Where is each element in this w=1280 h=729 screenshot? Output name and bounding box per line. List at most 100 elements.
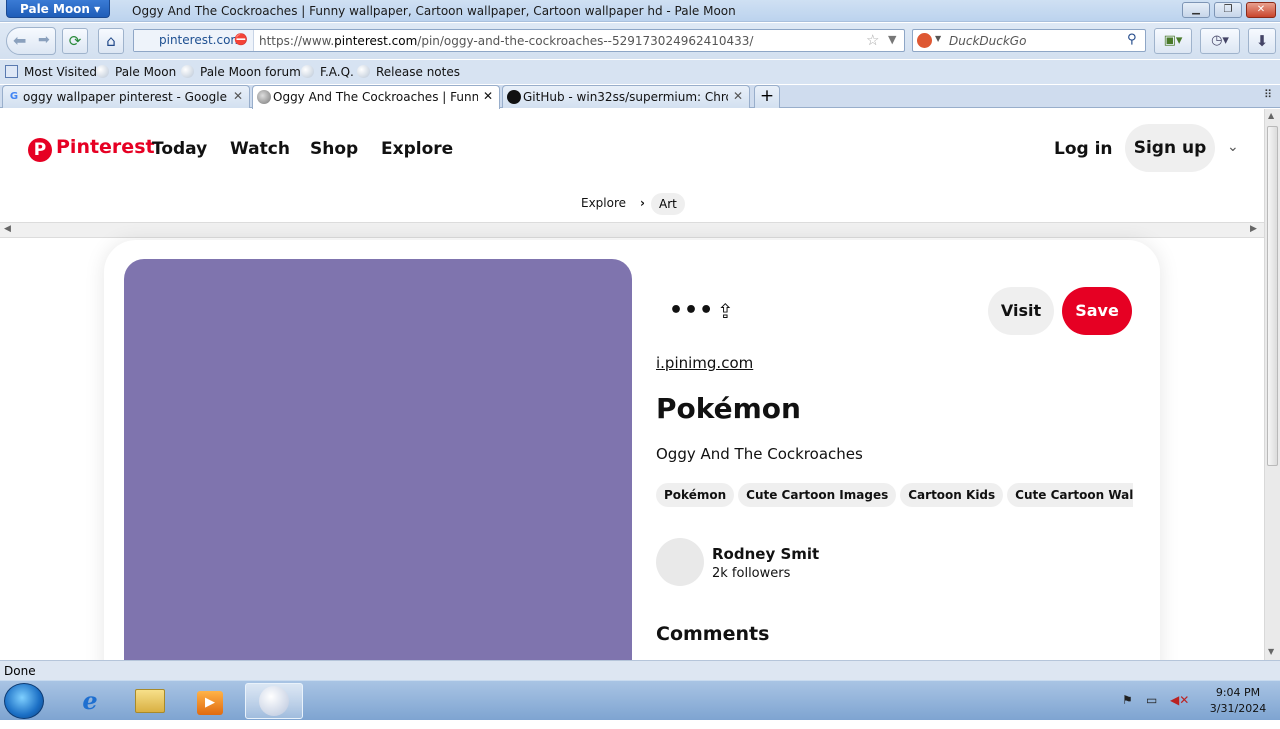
bookmark-label: Most Visited — [24, 65, 98, 79]
globe-icon — [257, 90, 271, 104]
close-window-button[interactable]: ✕ — [1246, 2, 1276, 18]
user-name[interactable]: Rodney Smit — [712, 545, 819, 563]
duckduckgo-icon[interactable] — [917, 33, 932, 48]
url-dropdown-icon[interactable]: ▼ — [888, 33, 896, 46]
pin-title: Pokémon — [656, 392, 801, 425]
start-button[interactable] — [4, 683, 44, 719]
title-bar: Pale Moon ▾ Oggy And The Cockroaches | F… — [0, 0, 1280, 22]
close-tab-icon[interactable]: ✕ — [233, 89, 243, 103]
search-engine-dropdown-icon[interactable]: ▼ — [935, 34, 941, 43]
clock-time: 9:04 PM — [1215, 686, 1261, 699]
media-player-icon: ▶ — [197, 691, 223, 715]
url-text[interactable]: https://www.pinterest.com/pin/oggy-and-t… — [259, 34, 753, 48]
action-center-flag-icon[interactable]: ⚑ — [1122, 693, 1133, 707]
search-placeholder: DuckDuckGo — [949, 34, 1027, 48]
list-all-tabs-icon[interactable]: ⠿ — [1264, 88, 1272, 101]
nav-explore[interactable]: Explore — [381, 139, 453, 159]
nav-shop[interactable]: Shop — [310, 139, 358, 159]
bookmark-label: Release notes — [376, 65, 460, 79]
chevron-down-icon: ▾ — [94, 2, 101, 16]
address-bar[interactable]: pinterest.com ⛔ https://www.pinterest.co… — [133, 29, 905, 52]
scrollbar-thumb[interactable] — [1267, 126, 1278, 466]
network-icon[interactable]: ▭ — [1146, 693, 1157, 707]
signup-button[interactable]: Sign up — [1125, 124, 1215, 172]
home-button[interactable]: ⌂ — [98, 28, 124, 54]
horizontal-scrollbar[interactable]: ◀ ▶ — [0, 222, 1264, 238]
tab-oggy-pinterest[interactable]: Oggy And The Cockroaches | Funny wallpap… — [252, 85, 500, 109]
tag-pokemon[interactable]: Pokémon — [656, 483, 735, 507]
app-menu-button[interactable]: Pale Moon ▾ — [6, 0, 110, 18]
close-tab-icon[interactable]: ✕ — [733, 89, 743, 103]
download-icon: ⬇ — [1255, 32, 1269, 50]
bookmark-label: F.A.Q. — [320, 65, 354, 79]
visit-button[interactable]: Visit — [988, 287, 1054, 335]
taskbar-file-explorer[interactable] — [121, 683, 179, 719]
maximize-button[interactable]: ❐ — [1214, 2, 1242, 18]
reload-button[interactable]: ⟳ — [62, 28, 88, 54]
breadcrumb-art[interactable]: Art — [651, 193, 685, 215]
tab-strip: G oggy wallpaper pinterest - Google Sear… — [0, 85, 1280, 109]
page-content: P Pinterest Today Watch Shop Explore Log … — [0, 109, 1264, 660]
pin-image[interactable] — [124, 259, 632, 660]
search-icon[interactable]: ⚲ — [1127, 32, 1137, 47]
site-identity[interactable]: pinterest.com ⛔ — [134, 30, 254, 51]
app-menu-label: Pale Moon — [20, 2, 90, 16]
more-options-icon[interactable]: ••• — [669, 298, 714, 323]
history-clock-icon: ◷▾ — [1211, 33, 1229, 48]
tag-cute-cartoon-images[interactable]: Cute Cartoon Images — [738, 483, 897, 507]
search-bar[interactable]: ▼ DuckDuckGo ⚲ — [912, 29, 1146, 52]
google-icon: G — [9, 91, 19, 102]
pale-moon-icon — [96, 65, 109, 78]
back-arrow-icon[interactable]: ⬅ — [13, 31, 26, 50]
tag-cartoon-kids[interactable]: Cartoon Kids — [900, 483, 1004, 507]
pinterest-logo-text: Pinterest — [56, 136, 155, 158]
downloads-button[interactable]: ⬇ — [1248, 28, 1276, 54]
pinterest-logo[interactable]: P Pinterest — [28, 136, 155, 162]
new-tab-button[interactable]: + — [754, 85, 780, 108]
tag-list: Pokémon Cute Cartoon Images Cartoon Kids Cu… — [656, 483, 1133, 507]
volume-muted-icon[interactable]: ◀✕ — [1170, 693, 1189, 707]
bookmark-faq[interactable]: F.A.Q. — [301, 65, 354, 79]
tag-cute-cartoon-wallpapers[interactable]: Cute Cartoon Wallpapers — [1007, 483, 1133, 507]
bookmarks-menu-button[interactable]: ▣▾ — [1154, 28, 1192, 54]
taskbar-pale-moon[interactable] — [245, 683, 303, 719]
forward-arrow-icon[interactable]: ➡ — [38, 32, 50, 48]
vertical-scrollbar[interactable]: ▲ ▼ — [1264, 109, 1280, 660]
folder-icon — [135, 689, 165, 713]
history-button[interactable]: ◷▾ — [1200, 28, 1240, 54]
bookmark-pale-moon[interactable]: Pale Moon — [96, 65, 176, 79]
nav-today[interactable]: Today — [152, 139, 207, 159]
minimize-button[interactable]: ▁ — [1182, 2, 1210, 18]
login-button[interactable]: Log in — [1054, 139, 1113, 159]
pale-moon-icon — [301, 65, 314, 78]
bookmark-release-notes[interactable]: Release notes — [357, 65, 460, 79]
share-icon[interactable]: ⇪ — [717, 299, 734, 323]
system-clock[interactable]: 9:04 PM 3/31/2024 — [1200, 685, 1276, 717]
site-identity-label: pinterest.com — [159, 33, 243, 47]
scroll-right-icon[interactable]: ▶ — [1250, 224, 1257, 234]
source-link[interactable]: i.pinimg.com — [656, 354, 753, 372]
bookmark-most-visited[interactable]: Most Visited — [5, 65, 97, 79]
breadcrumb-explore[interactable]: Explore — [581, 196, 626, 210]
taskbar-internet-explorer[interactable]: ℯ — [61, 683, 119, 719]
scroll-up-icon[interactable]: ▲ — [1268, 111, 1274, 120]
bookmark-star-icon[interactable]: ☆ — [866, 31, 879, 49]
nav-watch[interactable]: Watch — [230, 139, 290, 159]
bookmarks-toolbar: Most Visited Pale Moon Pale Moon forum F… — [0, 60, 1280, 84]
taskbar: ℯ ▶ ⚑ ▭ ◀✕ 9:04 PM 3/31/2024 — [0, 680, 1280, 720]
scroll-down-icon[interactable]: ▼ — [1268, 647, 1274, 656]
tab-google-search[interactable]: G oggy wallpaper pinterest - Google Sear… — [2, 85, 250, 108]
chevron-down-icon[interactable]: ⌄ — [1227, 139, 1239, 155]
save-button[interactable]: Save — [1062, 287, 1132, 335]
scroll-left-icon[interactable]: ◀ — [4, 224, 11, 234]
bookmark-pale-moon-forum[interactable]: Pale Moon forum — [181, 65, 301, 79]
navigation-toolbar: ⬅ ➡ ⟳ ⌂ pinterest.com ⛔ https://www.pint… — [0, 23, 1280, 59]
github-icon — [507, 90, 521, 104]
home-icon: ⌂ — [106, 32, 116, 50]
tab-github-supermium[interactable]: GitHub - win32ss/supermium: Chromium for… — [502, 85, 750, 108]
most-visited-icon — [5, 65, 18, 78]
taskbar-media-player[interactable]: ▶ — [181, 683, 239, 719]
avatar[interactable] — [656, 538, 704, 586]
close-tab-icon[interactable]: ✕ — [483, 89, 493, 103]
addon-warning-icon[interactable]: ⛔ — [234, 33, 248, 46]
